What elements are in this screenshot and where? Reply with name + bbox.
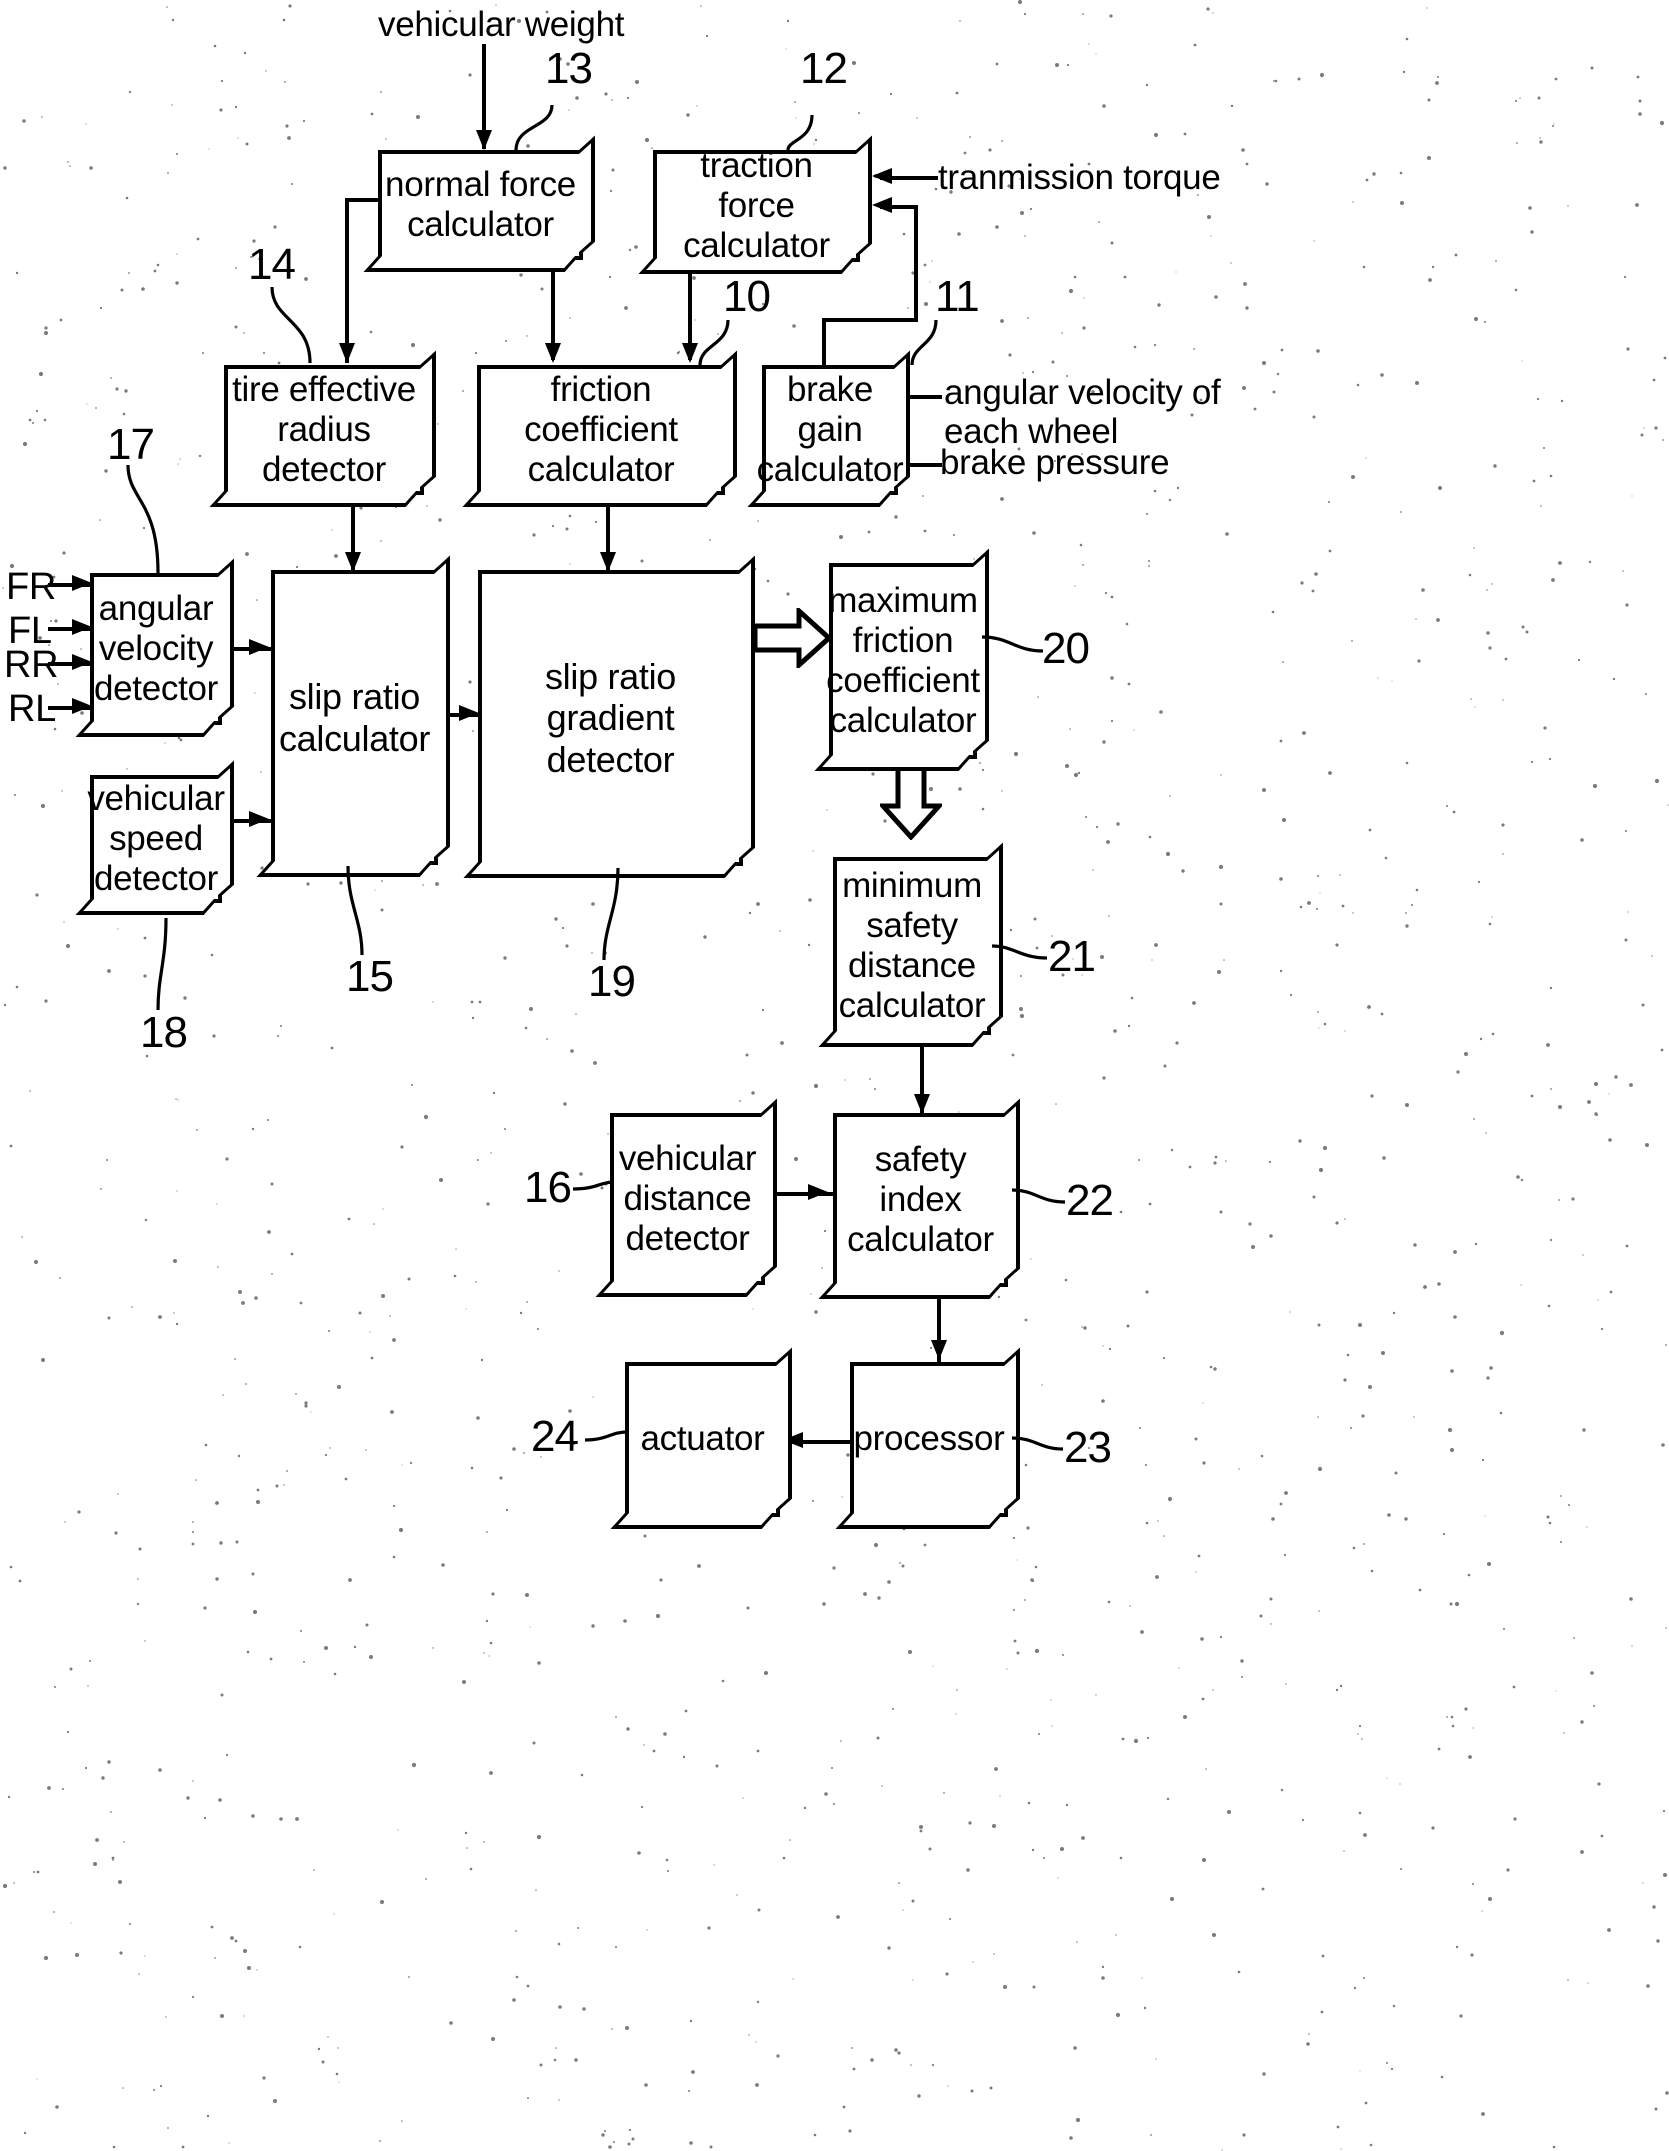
ref-11: 11 bbox=[935, 272, 980, 321]
ref-17: 17 bbox=[107, 420, 155, 469]
ref-10: 10 bbox=[723, 272, 771, 321]
figure-canvas: vehicular weight tranmission torque angu… bbox=[0, 0, 1669, 2151]
ref-18: 18 bbox=[140, 1008, 188, 1057]
ref-16: 16 bbox=[524, 1163, 572, 1212]
ref-14: 14 bbox=[248, 240, 296, 289]
leader-lines bbox=[126, 104, 1066, 1451]
ref-21: 21 bbox=[1048, 932, 1096, 981]
ref-23: 23 bbox=[1064, 1423, 1112, 1472]
ref-24: 24 bbox=[531, 1412, 579, 1461]
ref-19: 19 bbox=[588, 957, 636, 1006]
ref-20: 20 bbox=[1042, 624, 1090, 673]
ref-22: 22 bbox=[1066, 1176, 1114, 1225]
ref-15: 15 bbox=[346, 952, 394, 1001]
ref-12: 12 bbox=[800, 44, 848, 93]
ref-13: 13 bbox=[545, 44, 593, 93]
